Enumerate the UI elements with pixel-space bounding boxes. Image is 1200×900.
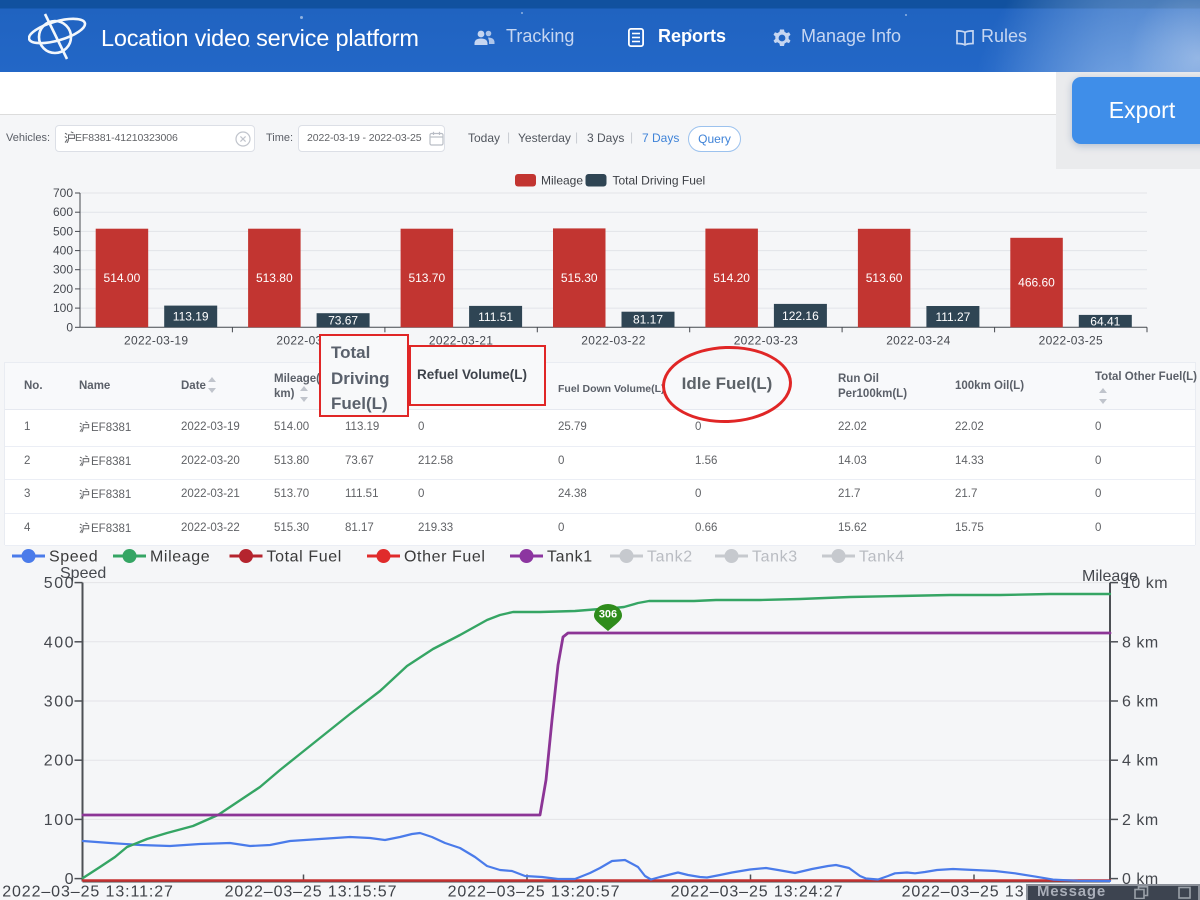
- svg-text:200: 200: [53, 282, 73, 296]
- svg-text:Speed: Speed: [49, 549, 98, 566]
- svg-text:500: 500: [53, 224, 73, 238]
- svg-text:2 km: 2 km: [1122, 812, 1159, 829]
- svg-text:500: 500: [44, 575, 75, 592]
- svg-text:0: 0: [66, 320, 73, 334]
- svg-text:200: 200: [44, 753, 75, 770]
- svg-text:513.70: 513.70: [408, 271, 445, 285]
- svg-text:10 km: 10 km: [1122, 575, 1168, 592]
- svg-text:400: 400: [53, 244, 73, 258]
- svg-text:Tank2: Tank2: [647, 549, 693, 566]
- svg-text:111.51: 111.51: [478, 310, 513, 324]
- svg-text:8 km: 8 km: [1122, 634, 1159, 651]
- svg-text:2022-03-22: 2022-03-22: [581, 333, 645, 347]
- svg-text:4 km: 4 km: [1122, 753, 1159, 770]
- svg-text:Total Fuel: Total Fuel: [267, 549, 342, 566]
- svg-text:Tank1: Tank1: [547, 549, 593, 566]
- svg-text:300: 300: [53, 263, 73, 277]
- svg-text:514.00: 514.00: [104, 271, 141, 285]
- svg-text:Other Fuel: Other Fuel: [404, 549, 486, 566]
- svg-text:306: 306: [599, 609, 617, 621]
- svg-text:2022-03-25: 2022-03-25: [1039, 333, 1103, 347]
- svg-text:73.67: 73.67: [328, 313, 358, 327]
- svg-text:Tank3: Tank3: [752, 549, 798, 566]
- svg-text:2022–03–25 13:24:27: 2022–03–25 13:24:27: [671, 884, 844, 900]
- svg-text:Mileage: Mileage: [541, 174, 583, 188]
- svg-text:700: 700: [53, 186, 73, 200]
- svg-text:Tank4: Tank4: [859, 549, 905, 566]
- svg-text:122.16: 122.16: [782, 309, 819, 323]
- svg-text:2022-03-19: 2022-03-19: [124, 333, 188, 347]
- svg-text:2022–03–25 13:20:57: 2022–03–25 13:20:57: [448, 884, 621, 900]
- svg-text:64.41: 64.41: [1090, 314, 1120, 328]
- svg-text:400: 400: [44, 634, 75, 651]
- svg-text:Total Driving Fuel: Total Driving Fuel: [613, 174, 706, 188]
- svg-text:514.20: 514.20: [713, 271, 750, 285]
- svg-text:513.80: 513.80: [256, 271, 293, 285]
- svg-text:6 km: 6 km: [1122, 694, 1159, 711]
- svg-text:2022–03–25 13:11:27: 2022–03–25 13:11:27: [2, 884, 174, 900]
- svg-text:466.60: 466.60: [1018, 276, 1055, 290]
- svg-text:100: 100: [53, 301, 73, 315]
- svg-text:300: 300: [44, 694, 75, 711]
- svg-text:2022-03-24: 2022-03-24: [886, 333, 950, 347]
- svg-text:513.60: 513.60: [866, 271, 903, 285]
- svg-text:81.17: 81.17: [633, 313, 663, 327]
- svg-text:515.30: 515.30: [561, 271, 598, 285]
- svg-text:111.27: 111.27: [935, 310, 970, 324]
- svg-text:2022–03–25 13:15:57: 2022–03–25 13:15:57: [225, 884, 398, 900]
- svg-text:2022-03-23: 2022-03-23: [734, 333, 798, 347]
- svg-text:100: 100: [44, 812, 75, 829]
- svg-text:600: 600: [53, 205, 73, 219]
- svg-text:113.19: 113.19: [173, 310, 209, 324]
- svg-text:Mileage: Mileage: [150, 549, 210, 566]
